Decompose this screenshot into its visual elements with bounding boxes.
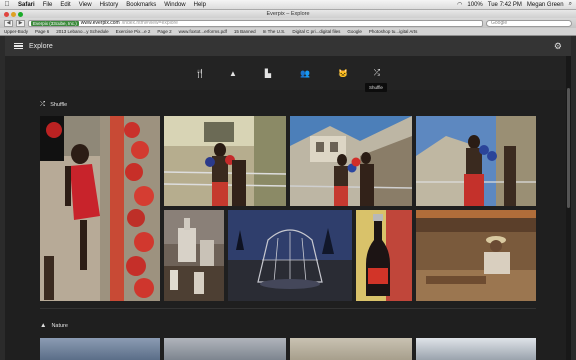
window-controls — [4, 11, 23, 17]
bookmark-item[interactable]: Google — [347, 29, 362, 34]
apple-menu-icon[interactable]:  — [0, 1, 14, 8]
section-divider — [40, 308, 536, 309]
filter-shuffle-icon[interactable]: ⤮ — [368, 65, 386, 81]
status-area: ◠ 100% Tue 7:42 PM Megan Green ⌕ — [457, 1, 576, 8]
filter-pets-icon[interactable]: 🐱 — [334, 65, 352, 81]
section-header-nature: ▲ Nature — [40, 322, 68, 329]
filter-people-icon[interactable]: 👥 — [296, 65, 314, 81]
photo-nature-3[interactable] — [290, 338, 412, 360]
bookmark-item[interactable]: Photoshop tu...igital Arts — [369, 29, 418, 34]
shuffle-icon: ⤮ — [40, 101, 46, 108]
app-header: Explore ⚙ — [5, 36, 571, 56]
address-bar[interactable]: Everpix (33cube, Inc.) www.everpix.com/i… — [28, 19, 483, 27]
bookmark-item[interactable]: Exercise Pix...e 2 — [116, 29, 151, 34]
close-window-icon[interactable] — [4, 11, 9, 17]
bookmark-item[interactable]: Upper-Body — [4, 29, 28, 34]
mac-menubar:  Safari File Edit View History Bookmark… — [0, 0, 576, 10]
search-field[interactable]: Google — [486, 19, 572, 27]
bookmark-item[interactable]: Digital C pri...digital files — [292, 29, 340, 34]
bookmark-item[interactable]: In The U.S. — [263, 29, 286, 34]
section-header-shuffle: ⤮ Shuffle — [40, 101, 67, 109]
photo-boxers-sparring[interactable] — [290, 116, 412, 206]
photo-nature-4[interactable] — [416, 338, 536, 360]
url-host: www.everpix.com — [80, 20, 120, 26]
mountain-icon: ▲ — [40, 322, 47, 329]
filter-landscape-icon[interactable]: ▲ — [224, 65, 242, 81]
wifi-icon[interactable]: ◠ — [457, 1, 462, 8]
photo-bottle[interactable] — [356, 210, 412, 301]
back-button[interactable]: ◀ — [4, 19, 13, 27]
bookmark-item[interactable]: www.foxtot...erforms.pdf — [179, 29, 227, 34]
scrollbar[interactable] — [566, 56, 571, 360]
browser-toolbar: ◀ ▶ Everpix (33cube, Inc.) www.everpix.c… — [0, 18, 576, 28]
bookmarks-bar: Upper-Body Page 6 2013 Lebano...y Schedu… — [0, 28, 576, 36]
menu-edit[interactable]: Edit — [56, 2, 74, 8]
section-title: Nature — [51, 322, 68, 329]
minimize-window-icon[interactable] — [11, 11, 16, 17]
menu-help[interactable]: Help — [190, 2, 210, 8]
window-title: Everpix – Explore — [266, 11, 310, 17]
battery-status[interactable]: 100% — [467, 2, 482, 8]
menu-window[interactable]: Window — [160, 2, 189, 8]
photo-boxer-bags[interactable] — [40, 116, 160, 301]
photo-cemetery[interactable] — [164, 210, 224, 301]
photo-nature-2[interactable] — [164, 338, 286, 360]
url-path: /index.html#view=explore — [121, 20, 178, 26]
explore-content: 🍴 ▲ ▙ 👥 🐱 ⤮ Shuffle ⤮ Shuffle ▲ Nature — [5, 56, 571, 360]
user-name[interactable]: Megan Green — [527, 2, 564, 8]
clock[interactable]: Tue 7:42 PM — [488, 2, 522, 8]
filter-food-icon[interactable]: 🍴 — [191, 65, 209, 81]
photo-boxers-ring[interactable] — [164, 116, 286, 206]
security-badge[interactable]: Everpix (33cube, Inc.) — [31, 20, 79, 26]
filter-city-icon[interactable]: ▙ — [259, 65, 277, 81]
spotlight-icon[interactable]: ⌕ — [569, 1, 572, 8]
window-titlebar: Everpix – Explore — [0, 10, 576, 18]
photo-market[interactable] — [416, 210, 536, 301]
zoom-window-icon[interactable] — [18, 11, 23, 17]
gear-icon[interactable]: ⚙ — [554, 41, 562, 52]
shuffle-tooltip: Shuffle — [365, 83, 387, 92]
bookmark-item[interactable]: Page 2 — [157, 29, 171, 34]
forward-button[interactable]: ▶ — [16, 19, 25, 27]
section-title: Shuffle — [50, 102, 68, 108]
page-title: Explore — [29, 42, 53, 50]
bookmark-item[interactable]: Page 6 — [35, 29, 49, 34]
bookmark-item[interactable]: 2013 Lebano...y Schedule — [56, 29, 108, 34]
menu-file[interactable]: File — [39, 2, 57, 8]
menu-icon[interactable] — [14, 42, 23, 50]
category-filter-bar: 🍴 ▲ ▙ 👥 🐱 ⤮ Shuffle — [5, 56, 571, 92]
scrollbar-thumb[interactable] — [567, 88, 570, 208]
menu-bookmarks[interactable]: Bookmarks — [122, 2, 160, 8]
menu-history[interactable]: History — [96, 2, 123, 8]
photo-boxer-pose[interactable] — [416, 116, 536, 206]
photo-pavilion[interactable] — [228, 210, 352, 301]
bookmark-item[interactable]: 15 Banned — [234, 29, 256, 34]
menu-safari[interactable]: Safari — [14, 2, 39, 8]
menu-view[interactable]: View — [75, 2, 96, 8]
photo-nature-1[interactable] — [40, 338, 160, 360]
